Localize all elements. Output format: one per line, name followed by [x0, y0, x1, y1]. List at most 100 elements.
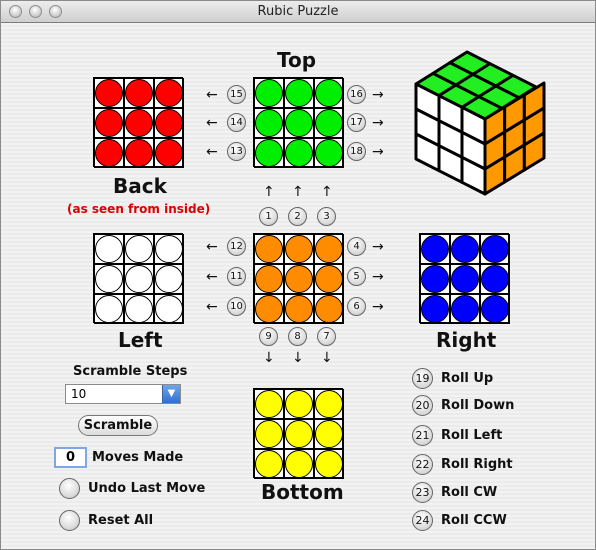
facelet-cell	[314, 78, 344, 108]
facelet-circle	[155, 79, 183, 107]
arrow-right-icon: →	[372, 87, 384, 103]
facelet-cell	[420, 294, 450, 324]
moves-made-label: Moves Made	[92, 450, 184, 465]
scramble-button[interactable]: Scramble	[78, 415, 158, 436]
facelet-cell	[284, 138, 314, 168]
roll-cw-button[interactable]: 23	[412, 482, 433, 503]
move-button-1[interactable]: 1	[259, 207, 278, 226]
facelet-circle	[285, 390, 313, 418]
facelet-cell	[94, 108, 124, 138]
facelet-circle	[255, 235, 283, 263]
facelet-cell	[284, 389, 314, 419]
arrow-up-icon: ↑	[292, 184, 304, 200]
roll-up-button[interactable]: 19	[412, 368, 433, 389]
facelet-circle	[481, 235, 509, 263]
facelet-cell	[124, 264, 154, 294]
facelet-cell	[314, 108, 344, 138]
facelet-cell	[154, 234, 184, 264]
facelet-circle	[155, 109, 183, 137]
facelet-cell	[154, 294, 184, 324]
facelet-circle	[125, 235, 153, 263]
facelet-circle	[255, 79, 283, 107]
facelet-circle	[95, 295, 123, 323]
title-bar: Rubic Puzzle	[1, 1, 595, 23]
move-button-13[interactable]: 13	[227, 142, 246, 161]
face-label-bottom: Bottom	[261, 480, 344, 504]
scramble-steps-label: Scramble Steps	[73, 364, 188, 379]
facelet-circle	[285, 235, 313, 263]
facelet-circle	[481, 265, 509, 293]
moves-made-count: 0	[54, 447, 87, 468]
facelet-cell	[254, 264, 284, 294]
arrow-up-icon: ↑	[321, 184, 333, 200]
scramble-steps-select[interactable]: 10 ▼	[65, 384, 181, 404]
face-front	[253, 233, 344, 324]
reset-button[interactable]	[59, 510, 80, 531]
facelet-cell	[254, 294, 284, 324]
move-button-12[interactable]: 12	[227, 237, 246, 256]
move-button-5[interactable]: 5	[347, 267, 366, 286]
roll-right-button[interactable]: 22	[412, 454, 433, 475]
move-button-9[interactable]: 9	[259, 327, 278, 346]
facelet-circle	[255, 295, 283, 323]
facelet-cell	[284, 419, 314, 449]
facelet-cell	[450, 264, 480, 294]
facelet-circle	[155, 139, 183, 167]
face-right	[419, 233, 510, 324]
arrow-right-icon: →	[372, 299, 384, 315]
arrow-left-icon: ←	[206, 144, 218, 160]
roll-left-button[interactable]: 21	[412, 425, 433, 446]
facelet-circle	[255, 450, 283, 478]
reset-label: Reset All	[88, 513, 154, 528]
facelet-cell	[284, 264, 314, 294]
move-button-7[interactable]: 7	[317, 327, 336, 346]
facelet-cell	[124, 234, 154, 264]
facelet-cell	[254, 108, 284, 138]
facelet-cell	[94, 234, 124, 264]
move-button-18[interactable]: 18	[347, 142, 366, 161]
move-button-6[interactable]: 6	[347, 297, 366, 316]
facelet-cell	[154, 108, 184, 138]
roll-down-button[interactable]: 20	[412, 395, 433, 416]
facelet-cell	[124, 294, 154, 324]
facelet-circle	[285, 139, 313, 167]
facelet-cell	[94, 78, 124, 108]
move-button-15[interactable]: 15	[227, 85, 246, 104]
move-button-16[interactable]: 16	[347, 85, 366, 104]
move-button-4[interactable]: 4	[347, 237, 366, 256]
facelet-circle	[255, 139, 283, 167]
face-left	[93, 233, 184, 324]
facelet-circle	[95, 265, 123, 293]
facelet-circle	[155, 235, 183, 263]
arrow-left-icon: ←	[206, 87, 218, 103]
facelet-cell	[154, 138, 184, 168]
undo-button[interactable]	[59, 478, 80, 499]
move-button-8[interactable]: 8	[288, 327, 307, 346]
facelet-circle	[451, 235, 479, 263]
move-button-17[interactable]: 17	[347, 113, 366, 132]
facelet-circle	[125, 79, 153, 107]
facelet-cell	[124, 138, 154, 168]
facelet-circle	[315, 390, 343, 418]
facelet-cell	[314, 449, 344, 479]
arrow-left-icon: ←	[206, 115, 218, 131]
facelet-cell	[284, 449, 314, 479]
facelet-circle	[315, 109, 343, 137]
facelet-cell	[314, 294, 344, 324]
move-button-2[interactable]: 2	[288, 207, 307, 226]
facelet-circle	[95, 235, 123, 263]
arrow-left-icon: ←	[206, 269, 218, 285]
move-button-11[interactable]: 11	[227, 267, 246, 286]
move-button-10[interactable]: 10	[227, 297, 246, 316]
facelet-circle	[95, 79, 123, 107]
roll-ccw-button[interactable]: 24	[412, 510, 433, 531]
facelet-cell	[284, 108, 314, 138]
facelet-circle	[315, 265, 343, 293]
roll-left-label: Roll Left	[441, 428, 503, 443]
facelet-cell	[94, 264, 124, 294]
facelet-circle	[125, 265, 153, 293]
arrow-right-icon: →	[372, 115, 384, 131]
move-button-14[interactable]: 14	[227, 113, 246, 132]
undo-label: Undo Last Move	[88, 481, 206, 496]
move-button-3[interactable]: 3	[317, 207, 336, 226]
